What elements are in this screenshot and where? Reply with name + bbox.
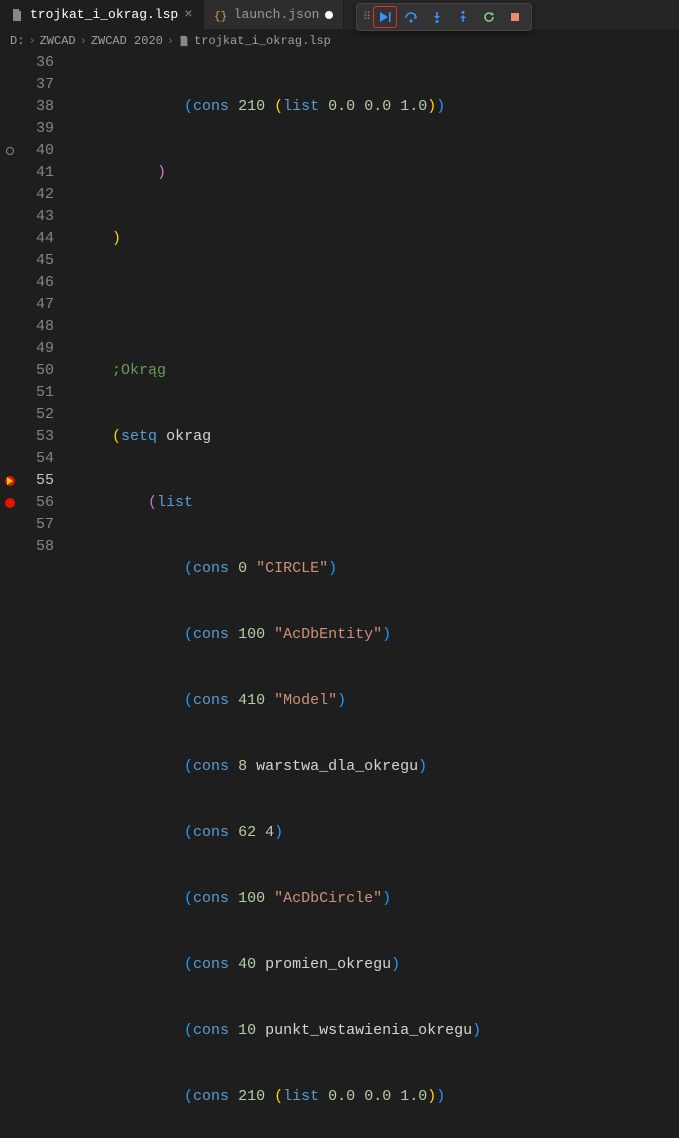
tab-inactive[interactable]: {} launch.json: [204, 0, 345, 29]
tab-inactive-label: launch.json: [234, 7, 320, 22]
drag-handle-icon[interactable]: ⠿: [361, 10, 371, 24]
glyph-margin: [0, 52, 20, 569]
chevron-right-icon: ›: [28, 34, 35, 48]
breadcrumb-seg[interactable]: ZWCAD 2020: [91, 34, 163, 48]
step-out-button[interactable]: [451, 6, 475, 28]
breadcrumb-root[interactable]: D:: [10, 34, 24, 48]
chevron-right-icon: ›: [167, 34, 174, 48]
tab-bar: trojkat_i_okrag.lsp × {} launch.json: [0, 0, 679, 30]
continue-button[interactable]: [373, 6, 397, 28]
lisp-file-icon: [10, 8, 24, 22]
breakpoint-current-icon[interactable]: [5, 476, 15, 486]
restart-button[interactable]: [477, 6, 501, 28]
tab-active[interactable]: trojkat_i_okrag.lsp ×: [0, 0, 204, 29]
line-number-gutter: 36 37 38 39 40 41 42 43 44 45 46 47 48 4…: [20, 52, 68, 569]
breadcrumb-seg[interactable]: ZWCAD: [40, 34, 76, 48]
breadcrumb-file[interactable]: trojkat_i_okrag.lsp: [178, 34, 331, 48]
svg-text:{}: {}: [214, 11, 227, 22]
chevron-right-icon: ›: [80, 34, 87, 48]
step-into-button[interactable]: [425, 6, 449, 28]
code-area[interactable]: (cons 210 (list 0.0 0.0 1.0)) ) ) ;Okrąg…: [68, 52, 679, 569]
step-over-button[interactable]: [399, 6, 423, 28]
close-icon[interactable]: ×: [184, 7, 192, 23]
dirty-indicator-icon: [325, 11, 333, 19]
breakpoint-unverified-icon[interactable]: [6, 147, 14, 155]
tab-active-label: trojkat_i_okrag.lsp: [30, 7, 178, 22]
breakpoint-icon[interactable]: [5, 498, 15, 508]
lisp-file-icon: [178, 35, 190, 47]
debug-toolbar: ⠿: [356, 3, 532, 31]
json-file-icon: {}: [214, 8, 228, 22]
code-editor[interactable]: 36 37 38 39 40 41 42 43 44 45 46 47 48 4…: [0, 52, 679, 569]
stop-button[interactable]: [503, 6, 527, 28]
breadcrumb: D: › ZWCAD › ZWCAD 2020 › trojkat_i_okra…: [0, 30, 679, 52]
